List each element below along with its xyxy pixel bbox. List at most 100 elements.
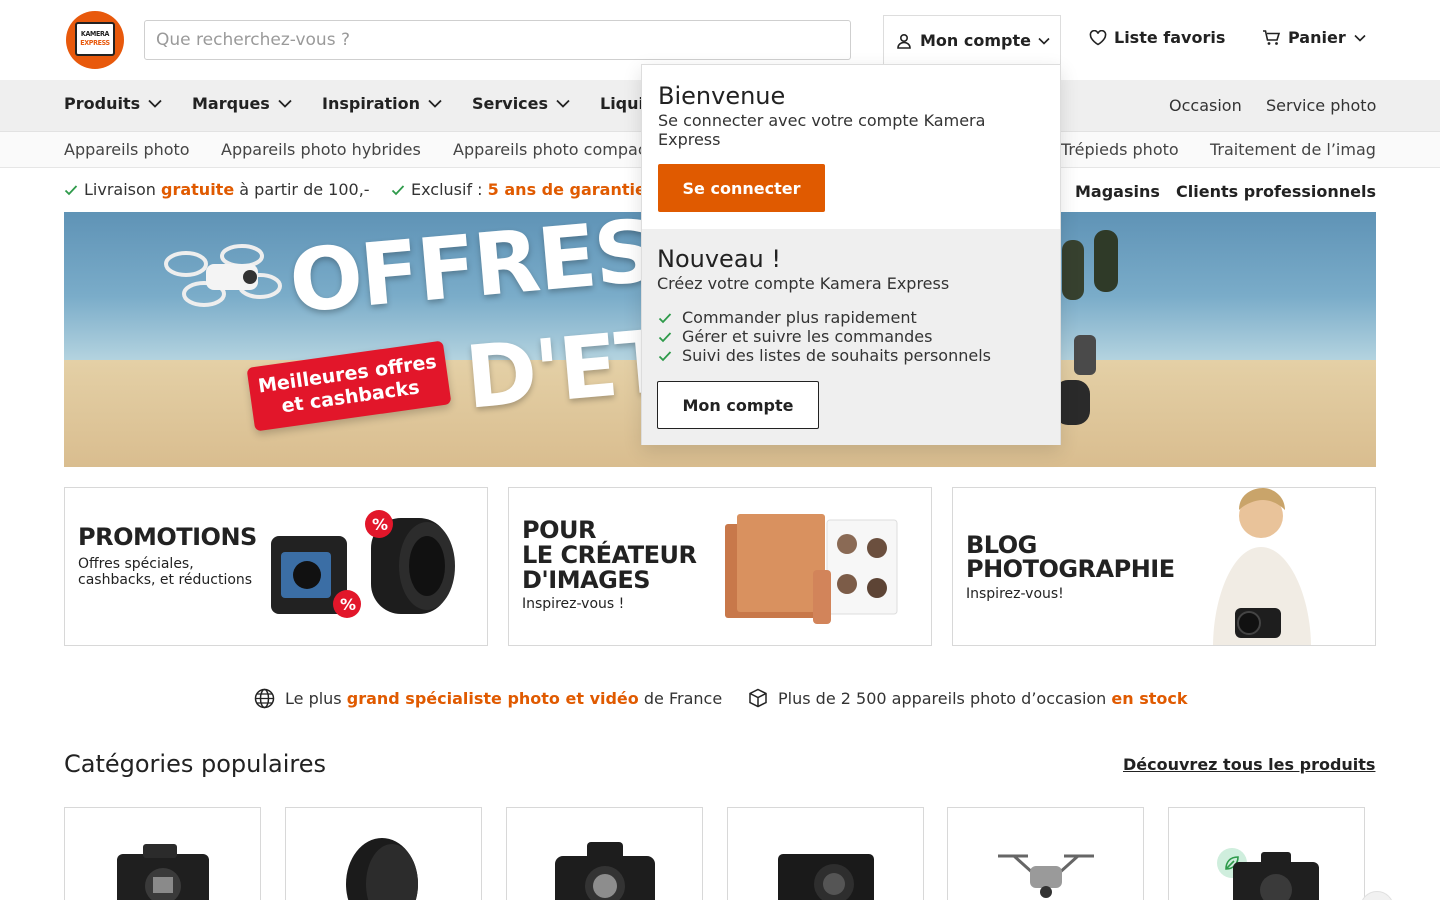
globe-icon bbox=[254, 688, 275, 709]
card-subtitle: Offres spéciales, bbox=[78, 556, 194, 572]
promo-card-creator[interactable]: POUR LE CRÉATEUR D'IMAGES Inspirez-vous … bbox=[508, 487, 932, 646]
account-label: Mon compte bbox=[920, 31, 1031, 50]
carousel-next-button[interactable] bbox=[1360, 891, 1394, 900]
list-item: Gérer et suivre les commandes bbox=[658, 327, 991, 346]
check-icon bbox=[658, 331, 672, 343]
new-account-title: Nouveau ! bbox=[657, 245, 781, 273]
card-subtitle: cashbacks, et réductions bbox=[78, 572, 253, 588]
subnav-item[interactable]: Appareils photo bbox=[64, 140, 190, 159]
check-icon bbox=[658, 350, 672, 362]
info-text: Le plus bbox=[285, 689, 342, 708]
svg-text:%: % bbox=[372, 515, 388, 534]
logo-text-line2: EXPRESS bbox=[80, 39, 110, 47]
lens-icon bbox=[346, 838, 418, 900]
usp-text: à partir de 100,- bbox=[239, 180, 370, 199]
subnav-item[interactable]: Trépieds photo bbox=[1061, 140, 1179, 159]
list-item: Commander plus rapidement bbox=[658, 308, 991, 327]
kamera-express-logo[interactable]: KAMERA EXPRESS bbox=[66, 11, 124, 69]
compact-camera-icon bbox=[778, 854, 874, 900]
chevron-down-icon bbox=[428, 99, 442, 108]
welcome-title: Bienvenue bbox=[658, 82, 786, 110]
box-icon bbox=[748, 688, 768, 708]
usp-warranty: Exclusif : 5 ans de garantie bbox=[391, 180, 646, 199]
category-card[interactable] bbox=[506, 807, 703, 900]
cart-icon bbox=[1262, 29, 1281, 46]
subnav-item[interactable]: Traitement de l’imag bbox=[1210, 140, 1376, 159]
category-card[interactable] bbox=[64, 807, 261, 900]
category-card[interactable] bbox=[727, 807, 924, 900]
new-account-text: Créez votre compte Kamera Express bbox=[657, 274, 950, 293]
logo-mark: KAMERA EXPRESS bbox=[75, 22, 115, 56]
benefit-text: Suivi des listes de souhaits personnels bbox=[682, 346, 991, 365]
benefit-text: Gérer et suivre les commandes bbox=[682, 327, 933, 346]
check-icon bbox=[64, 184, 78, 196]
logo-text-line1: KAMERA bbox=[80, 30, 110, 38]
all-products-link[interactable]: Découvrez tous les produits bbox=[1123, 755, 1375, 774]
dslr-camera-icon bbox=[555, 842, 655, 900]
subnav-item[interactable]: Appareils photo compac bbox=[453, 140, 647, 159]
card-subtitle: Inspirez-vous! bbox=[966, 586, 1064, 602]
card-title: D'IMAGES bbox=[522, 566, 651, 594]
usp-highlight: gratuite bbox=[161, 180, 235, 199]
usp-free-delivery: Livraison gratuite à partir de 100,- bbox=[64, 180, 370, 199]
category-card[interactable] bbox=[1168, 807, 1365, 900]
account-button[interactable]: Mon compte bbox=[883, 15, 1061, 65]
card-title: PROMOTIONS bbox=[78, 523, 257, 551]
card-title: POUR bbox=[522, 516, 596, 544]
usp-highlight: 5 ans de garantie bbox=[487, 180, 646, 199]
account-dropdown: Bienvenue Se connecter avec votre compte… bbox=[641, 64, 1061, 445]
nav-item-produits[interactable]: Produits bbox=[64, 94, 162, 113]
chevron-down-icon bbox=[1038, 37, 1050, 45]
cart-link[interactable]: Panier bbox=[1262, 28, 1366, 47]
check-icon bbox=[391, 184, 405, 196]
heart-icon bbox=[1089, 29, 1107, 46]
mirrorless-camera-icon bbox=[117, 844, 209, 900]
welcome-text: Se connecter avec votre compte Kamera Ex… bbox=[658, 111, 986, 149]
category-card[interactable] bbox=[285, 807, 482, 900]
nav-item-marques[interactable]: Marques bbox=[192, 94, 292, 113]
chevron-down-icon bbox=[1354, 34, 1366, 42]
usp-text: Livraison bbox=[84, 180, 156, 199]
nav-item-liquidation[interactable]: Liqui bbox=[600, 94, 644, 113]
card-subtitle: Inspirez-vous ! bbox=[522, 596, 625, 612]
svg-text:%: % bbox=[340, 595, 356, 614]
drone-icon bbox=[998, 854, 1094, 898]
search-input[interactable] bbox=[144, 20, 851, 60]
check-icon bbox=[658, 312, 672, 324]
info-highlight: en stock bbox=[1111, 688, 1188, 708]
favorites-label: Liste favoris bbox=[1114, 28, 1226, 47]
camera-lens-icon: % % bbox=[271, 510, 455, 618]
favorites-link[interactable]: Liste favoris bbox=[1089, 28, 1225, 47]
nav-item-label: Produits bbox=[64, 94, 141, 113]
login-section: Bienvenue Se connecter avec votre compte… bbox=[642, 65, 1060, 229]
promo-card-blog[interactable]: BLOG PHOTOGRAPHIE Inspirez-vous! bbox=[952, 487, 1376, 646]
user-icon bbox=[896, 33, 912, 49]
info-used-stock: Plus de 2 500 appareils photo d’occasion… bbox=[748, 688, 1188, 708]
nav-link-service-photo[interactable]: Service photo bbox=[1266, 96, 1376, 115]
benefit-text: Commander plus rapidement bbox=[682, 308, 917, 327]
list-item: Suivi des listes de souhaits personnels bbox=[658, 346, 991, 365]
subnav-item[interactable]: Appareils photo hybrides bbox=[221, 140, 421, 159]
photographer-portrait bbox=[1213, 488, 1311, 645]
chevron-down-icon bbox=[148, 99, 162, 108]
my-account-button[interactable]: Mon compte bbox=[657, 381, 819, 429]
login-button[interactable]: Se connecter bbox=[658, 164, 825, 212]
nav-link-occasion[interactable]: Occasion bbox=[1169, 96, 1242, 115]
nav-item-services[interactable]: Services bbox=[472, 94, 570, 113]
info-text: Plus de 2 500 appareils photo d’occasion bbox=[778, 688, 1107, 708]
info-text: de France bbox=[643, 689, 723, 708]
nav-item-label: Liqui bbox=[600, 94, 645, 113]
chevron-down-icon bbox=[278, 99, 292, 108]
promo-card-promotions[interactable]: PROMOTIONS Offres spéciales, cashbacks, … bbox=[64, 487, 488, 646]
nav-item-label: Marques bbox=[192, 94, 270, 113]
chevron-down-icon bbox=[556, 99, 570, 108]
categories-title: Catégories populaires bbox=[64, 750, 327, 778]
nav-item-inspiration[interactable]: Inspiration bbox=[322, 94, 442, 113]
category-card[interactable] bbox=[947, 807, 1144, 900]
business-clients-link[interactable]: Clients professionnels bbox=[1176, 182, 1376, 201]
stores-link[interactable]: Magasins bbox=[1075, 182, 1160, 201]
card-title: PHOTOGRAPHIE bbox=[966, 555, 1175, 583]
refurbished-camera-icon bbox=[1233, 852, 1319, 900]
nav-item-label: Inspiration bbox=[322, 94, 421, 113]
info-specialist: Le plus grand spécialiste photo et vidéo… bbox=[254, 688, 722, 709]
